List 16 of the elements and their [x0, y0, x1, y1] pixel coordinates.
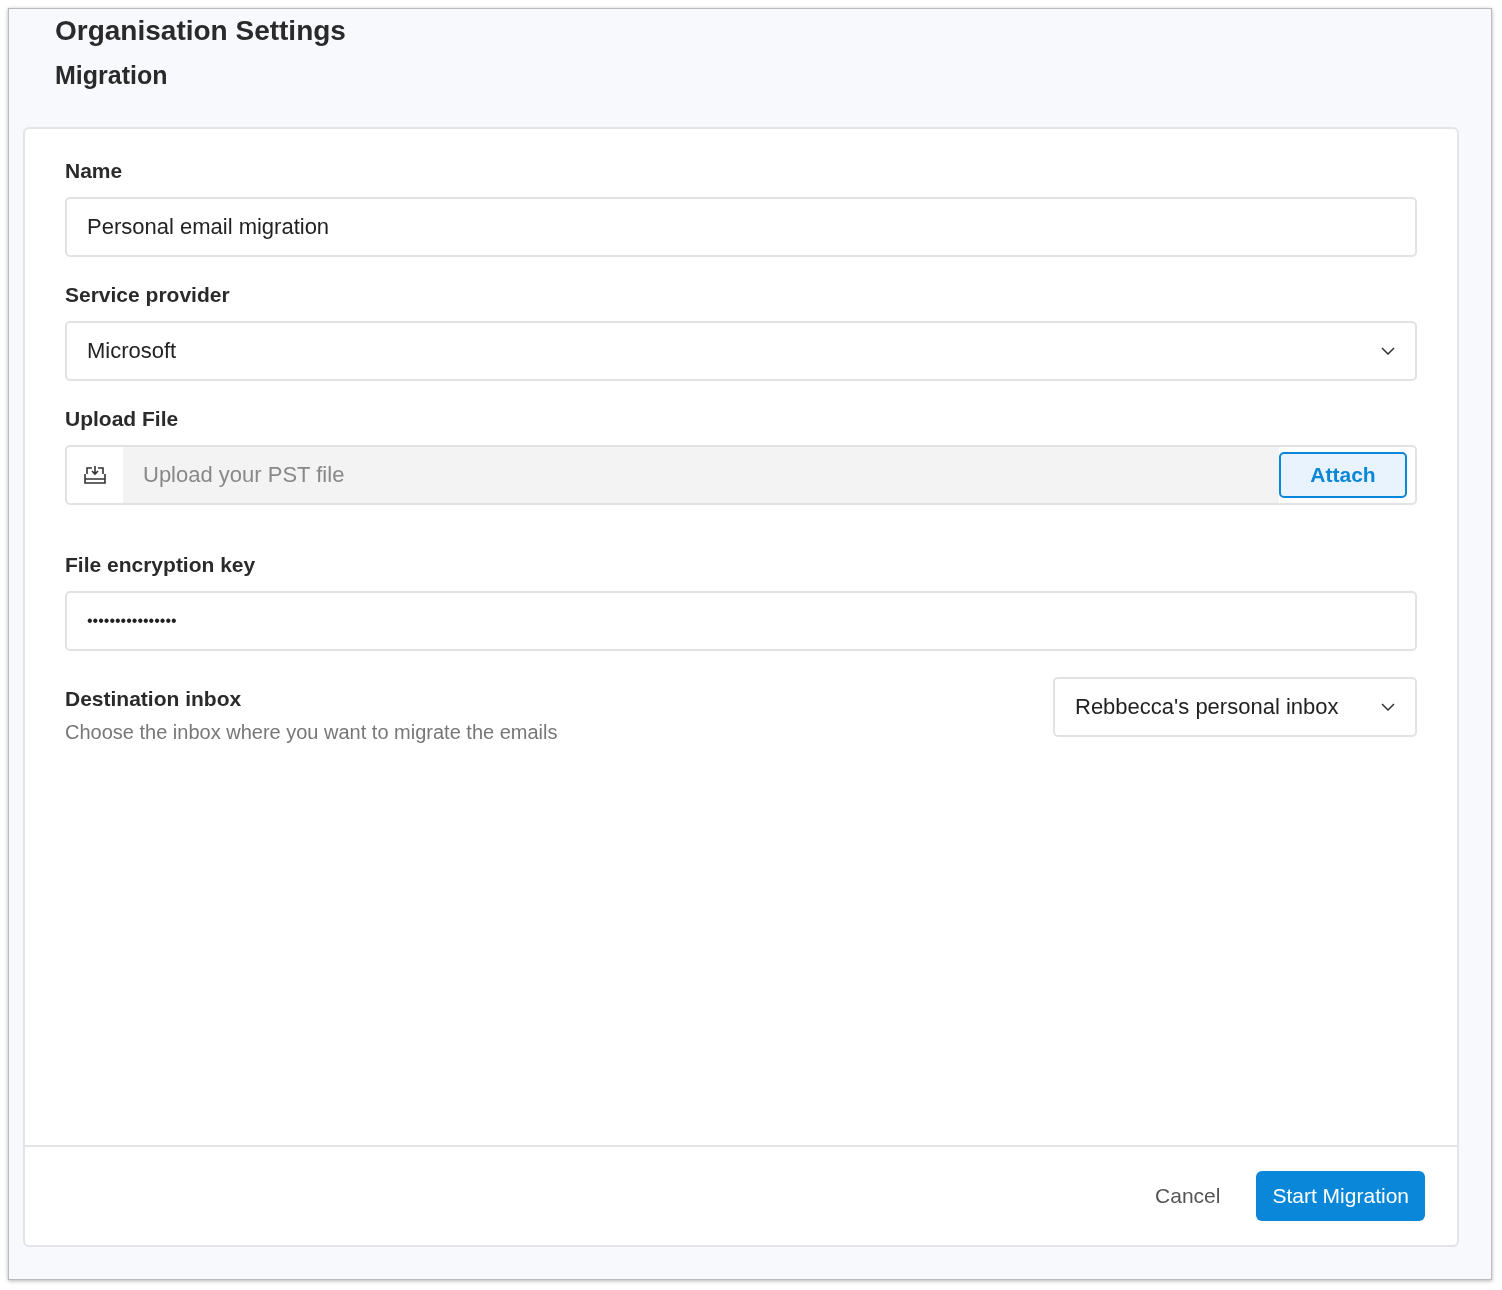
provider-dropdown[interactable]: Microsoft [65, 321, 1417, 381]
section-title: Migration [55, 61, 169, 90]
field-label: Upload File [65, 407, 180, 431]
password-field[interactable]: •••••••••••••••• [65, 591, 1417, 651]
field-description: Choose the inbox where you want to migrate the emails [65, 721, 558, 744]
cancel-button[interactable]: Cancel [1149, 1183, 1227, 1209]
chevron-down-icon [1381, 347, 1395, 355]
start-button[interactable]: Start Migration [1256, 1171, 1425, 1221]
inbox-dropdown[interactable]: Rebbecca's personal inbox [1053, 677, 1417, 737]
page-title: Organisation Settings [55, 15, 347, 47]
field-label: File encryption key [65, 553, 257, 577]
name-field[interactable]: Personal email migration [65, 197, 1417, 257]
field-label: Name [65, 159, 124, 183]
field-label: Destination inbox [65, 687, 243, 711]
field-label: Service provider [65, 283, 231, 307]
chevron-down-icon [1381, 703, 1395, 711]
